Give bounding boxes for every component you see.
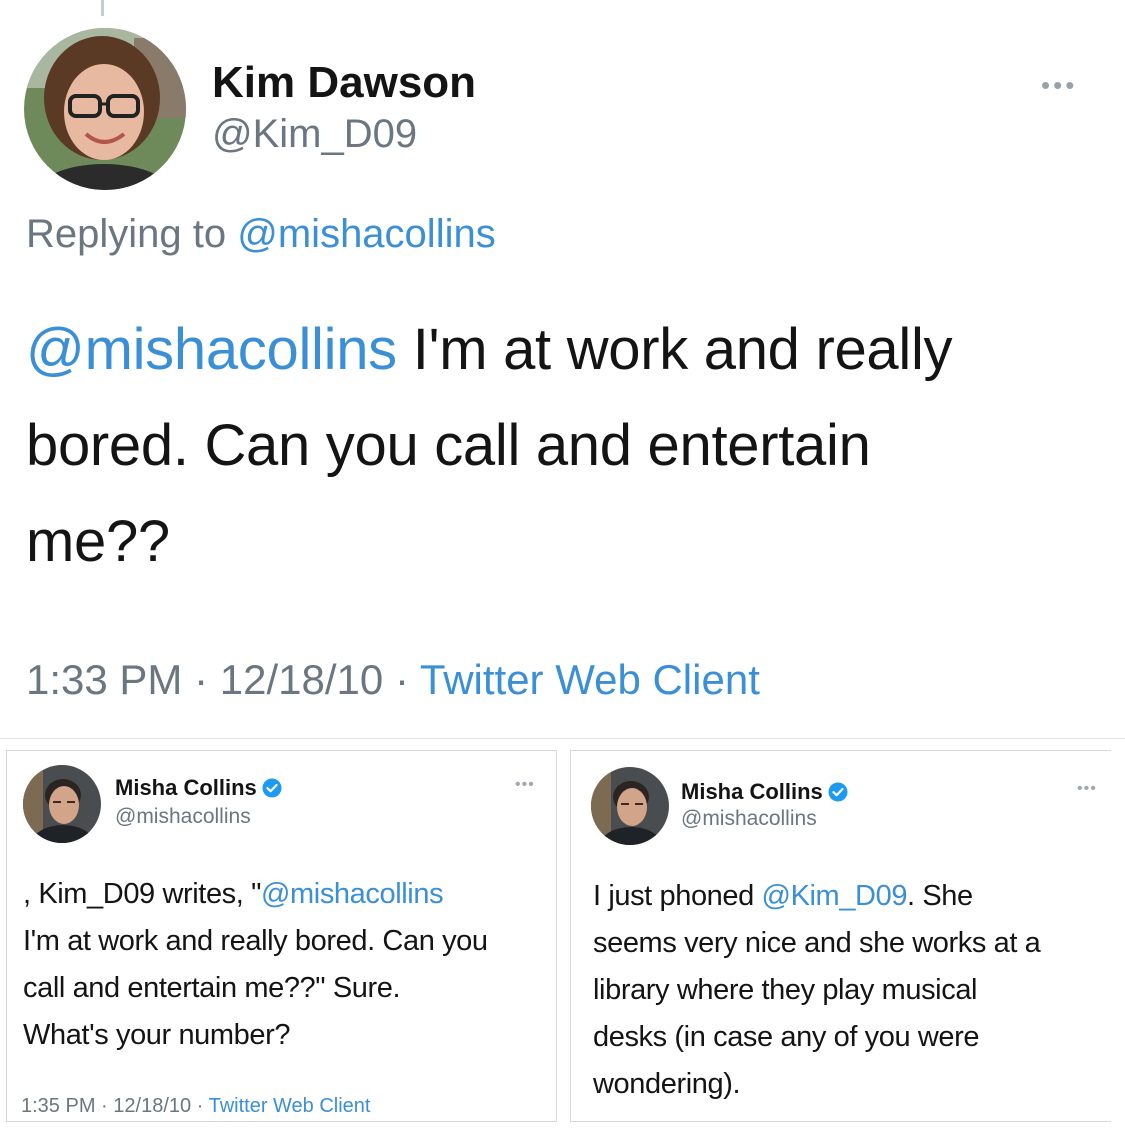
author-name-row: Misha Collins [681,779,848,808]
kim-dawson-avatar[interactable] [24,28,186,190]
tweet-text-line-1: @mishacollins I'm at work and really [26,302,1106,398]
tweet-text-line-3: library where they play musical [593,974,978,1006]
tweet-text-line-5: wondering). [593,1068,741,1100]
author-name-row: Misha Collins [115,775,282,804]
replying-to-label: Replying to [26,212,227,256]
misha-collins-avatar[interactable] [591,767,669,845]
tweet-text-segment: . She [907,880,973,912]
tweet-text: , Kim_D09 writes, "@mishacollins I'm at … [23,871,488,1059]
tweet-source-link[interactable]: Twitter Web Client [420,656,760,703]
tweet-text-line-3: call and entertain me??" Sure. [23,972,401,1004]
misha-collins-avatar-image [591,767,669,845]
tweet-text-line-2: bored. Can you call and entertain [26,413,871,478]
tweet-card-left[interactable]: Misha Collins @mishacollins ••• , Kim_D0… [6,750,557,1122]
tweet-text-line-1: , Kim_D09 writes, "@mishacollins [23,871,488,918]
tweet-date[interactable]: 12/18/10 [220,656,384,703]
tweet-text: @mishacollins I'm at work and really bor… [26,302,1106,590]
tweet-text-segment: , Kim_D09 writes, " [23,878,261,910]
tweet-text: I just phoned @Kim_D09. She seems very n… [593,873,1041,1108]
tweet-time[interactable]: 1:33 PM [26,656,182,703]
mention-link[interactable]: @Kim_D09 [762,880,908,912]
thread-connector-line [101,0,104,16]
tweet-text-line-3: me?? [26,509,170,574]
mention-link[interactable]: @mishacollins [26,317,397,382]
meta-separator: · [101,1095,108,1117]
more-options-icon[interactable]: ••• [1077,781,1097,797]
more-options-icon[interactable]: ••• [1041,72,1077,98]
tweet-text-line-1: I just phoned @Kim_D09. She [593,873,1040,920]
author-name[interactable]: Misha Collins [681,779,823,804]
author-handle[interactable]: @mishacollins [681,807,817,831]
tweet-meta: 1:35 PM · 12/18/10 · Twitter Web Client [21,1095,370,1118]
section-divider [0,738,1125,739]
tweet-text-segment: I just phoned [593,880,762,912]
tweet-text-line-2: I'm at work and really bored. Can you [23,925,488,957]
tweet-card-right[interactable]: Misha Collins @mishacollins ••• I just p… [570,750,1111,1122]
author-name[interactable]: Kim Dawson [212,58,476,108]
tweet-text-line-2: seems very nice and she works at a [593,927,1041,959]
verified-badge-icon [262,778,282,804]
tweet-date[interactable]: 12/18/10 [113,1095,191,1117]
author-handle[interactable]: @mishacollins [115,805,251,829]
replying-to-mention-link[interactable]: @mishacollins [237,212,495,256]
meta-separator: · [194,656,209,703]
replying-to-line: Replying to @mishacollins [26,212,496,257]
tweet-text-segment: I'm at work and really [396,317,953,382]
tweet-source-link[interactable]: Twitter Web Client [209,1095,371,1117]
more-options-icon[interactable]: ••• [515,777,535,793]
misha-collins-avatar-image [23,765,101,843]
mention-link[interactable]: @mishacollins [261,878,444,910]
tweet-text-line-4: What's your number? [23,1019,291,1051]
tweet-text-line-4: desks (in case any of you were [593,1021,980,1053]
meta-separator: · [394,656,409,703]
author-handle[interactable]: @Kim_D09 [212,112,417,157]
misha-collins-avatar[interactable] [23,765,101,843]
meta-separator: · [196,1095,204,1117]
verified-badge-icon [828,782,848,808]
tweet-meta: 1:33 PM · 12/18/10 · Twitter Web Client [26,656,760,704]
author-name[interactable]: Misha Collins [115,775,257,800]
kim-dawson-avatar-image [24,28,186,190]
tweet-time[interactable]: 1:35 PM [21,1095,95,1117]
